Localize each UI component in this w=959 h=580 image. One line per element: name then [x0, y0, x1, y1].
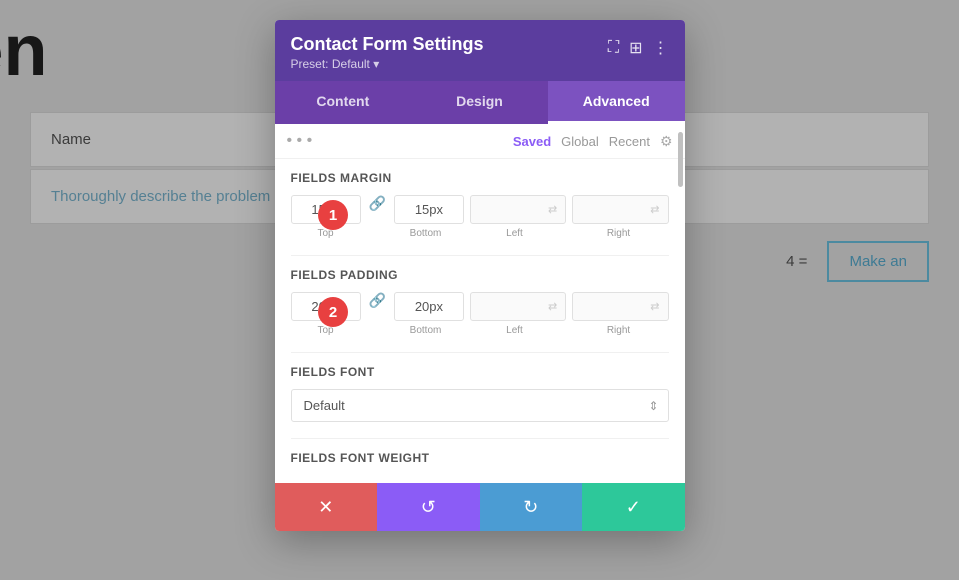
gear-icon[interactable]: ⚙ [660, 133, 673, 150]
reset-button[interactable]: ↺ [377, 483, 480, 531]
padding-right-label: Right [569, 325, 669, 336]
modal-header: Contact Form Settings Preset: Default ▾ … [275, 20, 685, 81]
margin-bottom-label: Bottom [391, 228, 461, 239]
margin-bottom-input[interactable] [394, 195, 464, 224]
modal-header-left: Contact Form Settings Preset: Default ▾ [291, 34, 484, 71]
tab-advanced[interactable]: Advanced [548, 81, 685, 124]
styles-global[interactable]: Global [561, 134, 599, 149]
modal-panel: Contact Form Settings Preset: Default ▾ … [275, 20, 685, 531]
padding-left-label: Left [465, 325, 565, 336]
margin-top-label: Top [291, 228, 361, 239]
fullscreen-icon[interactable]: ⛶ [608, 39, 619, 57]
margin-labels-row: Top Bottom Left Right [291, 228, 669, 239]
modal-tabs: Content Design Advanced [275, 81, 685, 124]
redo-button[interactable]: ↻ [480, 483, 583, 531]
modal-footer: ✕ ↺ ↻ ✓ [275, 483, 685, 531]
more-icon[interactable]: ⋮ [653, 38, 669, 58]
fields-font-title: Fields Font [291, 365, 669, 379]
padding-top-label: Top [291, 325, 361, 336]
fields-margin-title: Fields Margin [291, 171, 669, 185]
padding-left-input[interactable]: ⇄ [470, 292, 566, 321]
modal-header-icons: ⛶ ⊞ ⋮ [608, 38, 669, 58]
margin-left-label: Left [465, 228, 565, 239]
fields-font-weight-section: Fields Font Weight [275, 439, 685, 483]
margin-left-link-icon: ⇄ [548, 203, 557, 216]
padding-bottom-label: Bottom [391, 325, 461, 336]
margin-right-link-icon: ⇄ [650, 203, 659, 216]
padding-right-link-icon: ⇄ [650, 300, 659, 313]
padding-labels-row: Top Bottom Left Right [291, 325, 669, 336]
step-badge-1: 1 [318, 200, 348, 230]
fields-font-section: Fields Font Default ⇕ [275, 353, 685, 438]
margin-left-input[interactable]: ⇄ [470, 195, 566, 224]
styles-saved[interactable]: Saved [513, 134, 551, 149]
fields-font-weight-title: Fields Font Weight [291, 451, 669, 465]
styles-dots: • • • [287, 132, 313, 150]
modal-preset[interactable]: Preset: Default ▾ [291, 57, 484, 71]
modal-overlay: Contact Form Settings Preset: Default ▾ … [0, 0, 959, 580]
margin-right-input[interactable]: ⇄ [572, 195, 668, 224]
fields-padding-title: Fields Padding [291, 268, 669, 282]
padding-link-icon[interactable]: 🔗 [365, 292, 390, 321]
save-button[interactable]: ✓ [582, 483, 685, 531]
columns-icon[interactable]: ⊞ [629, 38, 642, 58]
tab-content[interactable]: Content [275, 81, 412, 124]
padding-left-link-icon: ⇄ [548, 300, 557, 313]
margin-link-icon[interactable]: 🔗 [365, 195, 390, 224]
font-select[interactable]: Default [291, 389, 669, 422]
padding-bottom-input[interactable] [394, 292, 464, 321]
tab-design[interactable]: Design [411, 81, 548, 124]
font-select-wrapper: Default ⇕ [291, 389, 669, 422]
modal-title: Contact Form Settings [291, 34, 484, 55]
step-badge-2: 2 [318, 297, 348, 327]
padding-right-input[interactable]: ⇄ [572, 292, 668, 321]
styles-recent[interactable]: Recent [609, 134, 650, 149]
margin-right-label: Right [569, 228, 669, 239]
cancel-button[interactable]: ✕ [275, 483, 378, 531]
styles-bar: • • • Saved Global Recent ⚙ [275, 124, 685, 159]
